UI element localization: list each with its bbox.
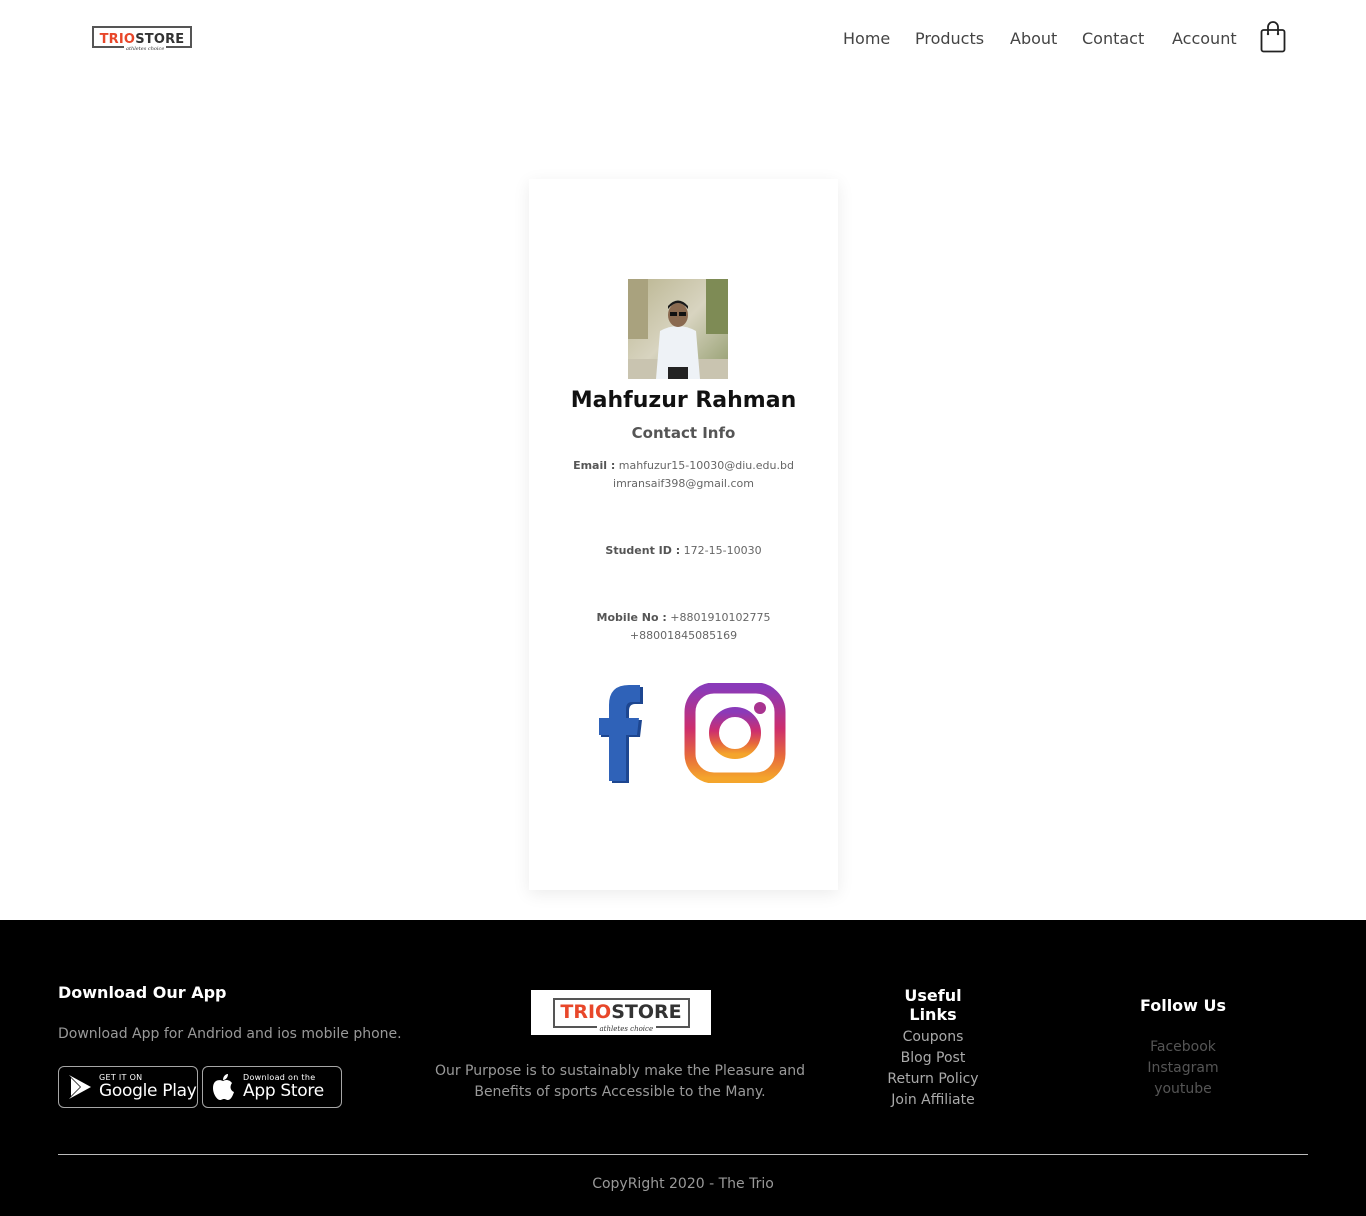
email-label: Email : [573, 459, 616, 472]
link-return-policy[interactable]: Return Policy [863, 1069, 1003, 1090]
follow-links-list: Facebook Instagram youtube [1113, 1037, 1253, 1100]
mobile-label: Mobile No : [596, 611, 667, 624]
link-youtube[interactable]: youtube [1113, 1079, 1253, 1100]
purpose-line-2: Benefits of sports Accessible to the Man… [474, 1084, 766, 1100]
nav-home[interactable]: Home [843, 28, 890, 50]
link-coupons[interactable]: Coupons [863, 1027, 1003, 1048]
footer-logo[interactable]: TRIOSTORE athletes choice [531, 990, 711, 1035]
link-instagram[interactable]: Instagram [1113, 1058, 1253, 1079]
useful-links-list: Coupons Blog Post Return Policy Join Aff… [863, 1027, 1003, 1111]
profile-name: Mahfuzur Rahman [570, 388, 797, 413]
nav-about[interactable]: About [1010, 28, 1057, 50]
apple-icon [211, 1073, 235, 1101]
email-block: Email : mahfuzur15-10030@diu.edu.bd imra… [529, 457, 838, 493]
contact-info-heading: Contact Info [631, 424, 736, 442]
download-app-heading: Download Our App [58, 983, 227, 1002]
download-app-text: Download App for Andriod and ios mobile … [58, 1026, 402, 1042]
instagram-icon[interactable] [684, 682, 786, 784]
purpose-text: Our Purpose is to sustainably make the P… [420, 1061, 820, 1103]
mobile-secondary: +88001845085169 [629, 629, 738, 642]
profile-card: Mahfuzur Rahman Contact Info Email : mah… [529, 179, 838, 890]
navbar: TRIOSTORE athletes choice Home Products … [0, 0, 1366, 80]
student-id-label: Student ID : [605, 544, 681, 557]
email-secondary: imransaif398@gmail.com [613, 477, 754, 490]
student-id-value: 172-15-10030 [683, 544, 762, 557]
mobile-block: Mobile No : +8801910102775 +880018450851… [529, 609, 838, 645]
google-play-button[interactable]: GET IT ON Google Play [58, 1066, 198, 1108]
nav-contact[interactable]: Contact [1082, 28, 1144, 50]
footer-logo-trio: TRIO [560, 1001, 612, 1023]
link-join-affiliate[interactable]: Join Affiliate [863, 1090, 1003, 1111]
profile-photo [628, 279, 728, 379]
footer-logo-tagline: athletes choice [596, 1024, 657, 1033]
purpose-line-1: Our Purpose is to sustainably make the P… [434, 1063, 806, 1079]
google-play-big: Google Play [99, 1081, 197, 1101]
app-store-big: App Store [243, 1081, 324, 1101]
copyright: CopyRight 2020 - The Trio [592, 1176, 774, 1192]
app-store-button[interactable]: Download on the App Store [202, 1066, 342, 1108]
follow-us-heading: Follow Us [1139, 996, 1227, 1015]
link-facebook[interactable]: Facebook [1113, 1037, 1253, 1058]
useful-links-heading: Useful Links [904, 986, 962, 1024]
nav-products[interactable]: Products [915, 28, 984, 50]
shopping-bag-icon[interactable] [1260, 21, 1286, 53]
footer-logo-store: STORE [611, 1001, 682, 1023]
mobile-primary: +8801910102775 [670, 611, 771, 624]
student-id-block: Student ID : 172-15-10030 [529, 542, 838, 560]
facebook-icon[interactable] [595, 683, 645, 783]
nav-account[interactable]: Account [1172, 28, 1237, 50]
main-nav: Home Products About Contact Account [0, 28, 1366, 52]
footer: Download Our App Download App for Andrio… [0, 920, 1366, 1216]
google-play-icon [67, 1073, 93, 1101]
footer-divider [58, 1154, 1308, 1155]
link-blog-post[interactable]: Blog Post [863, 1048, 1003, 1069]
email-primary: mahfuzur15-10030@diu.edu.bd [618, 459, 794, 472]
